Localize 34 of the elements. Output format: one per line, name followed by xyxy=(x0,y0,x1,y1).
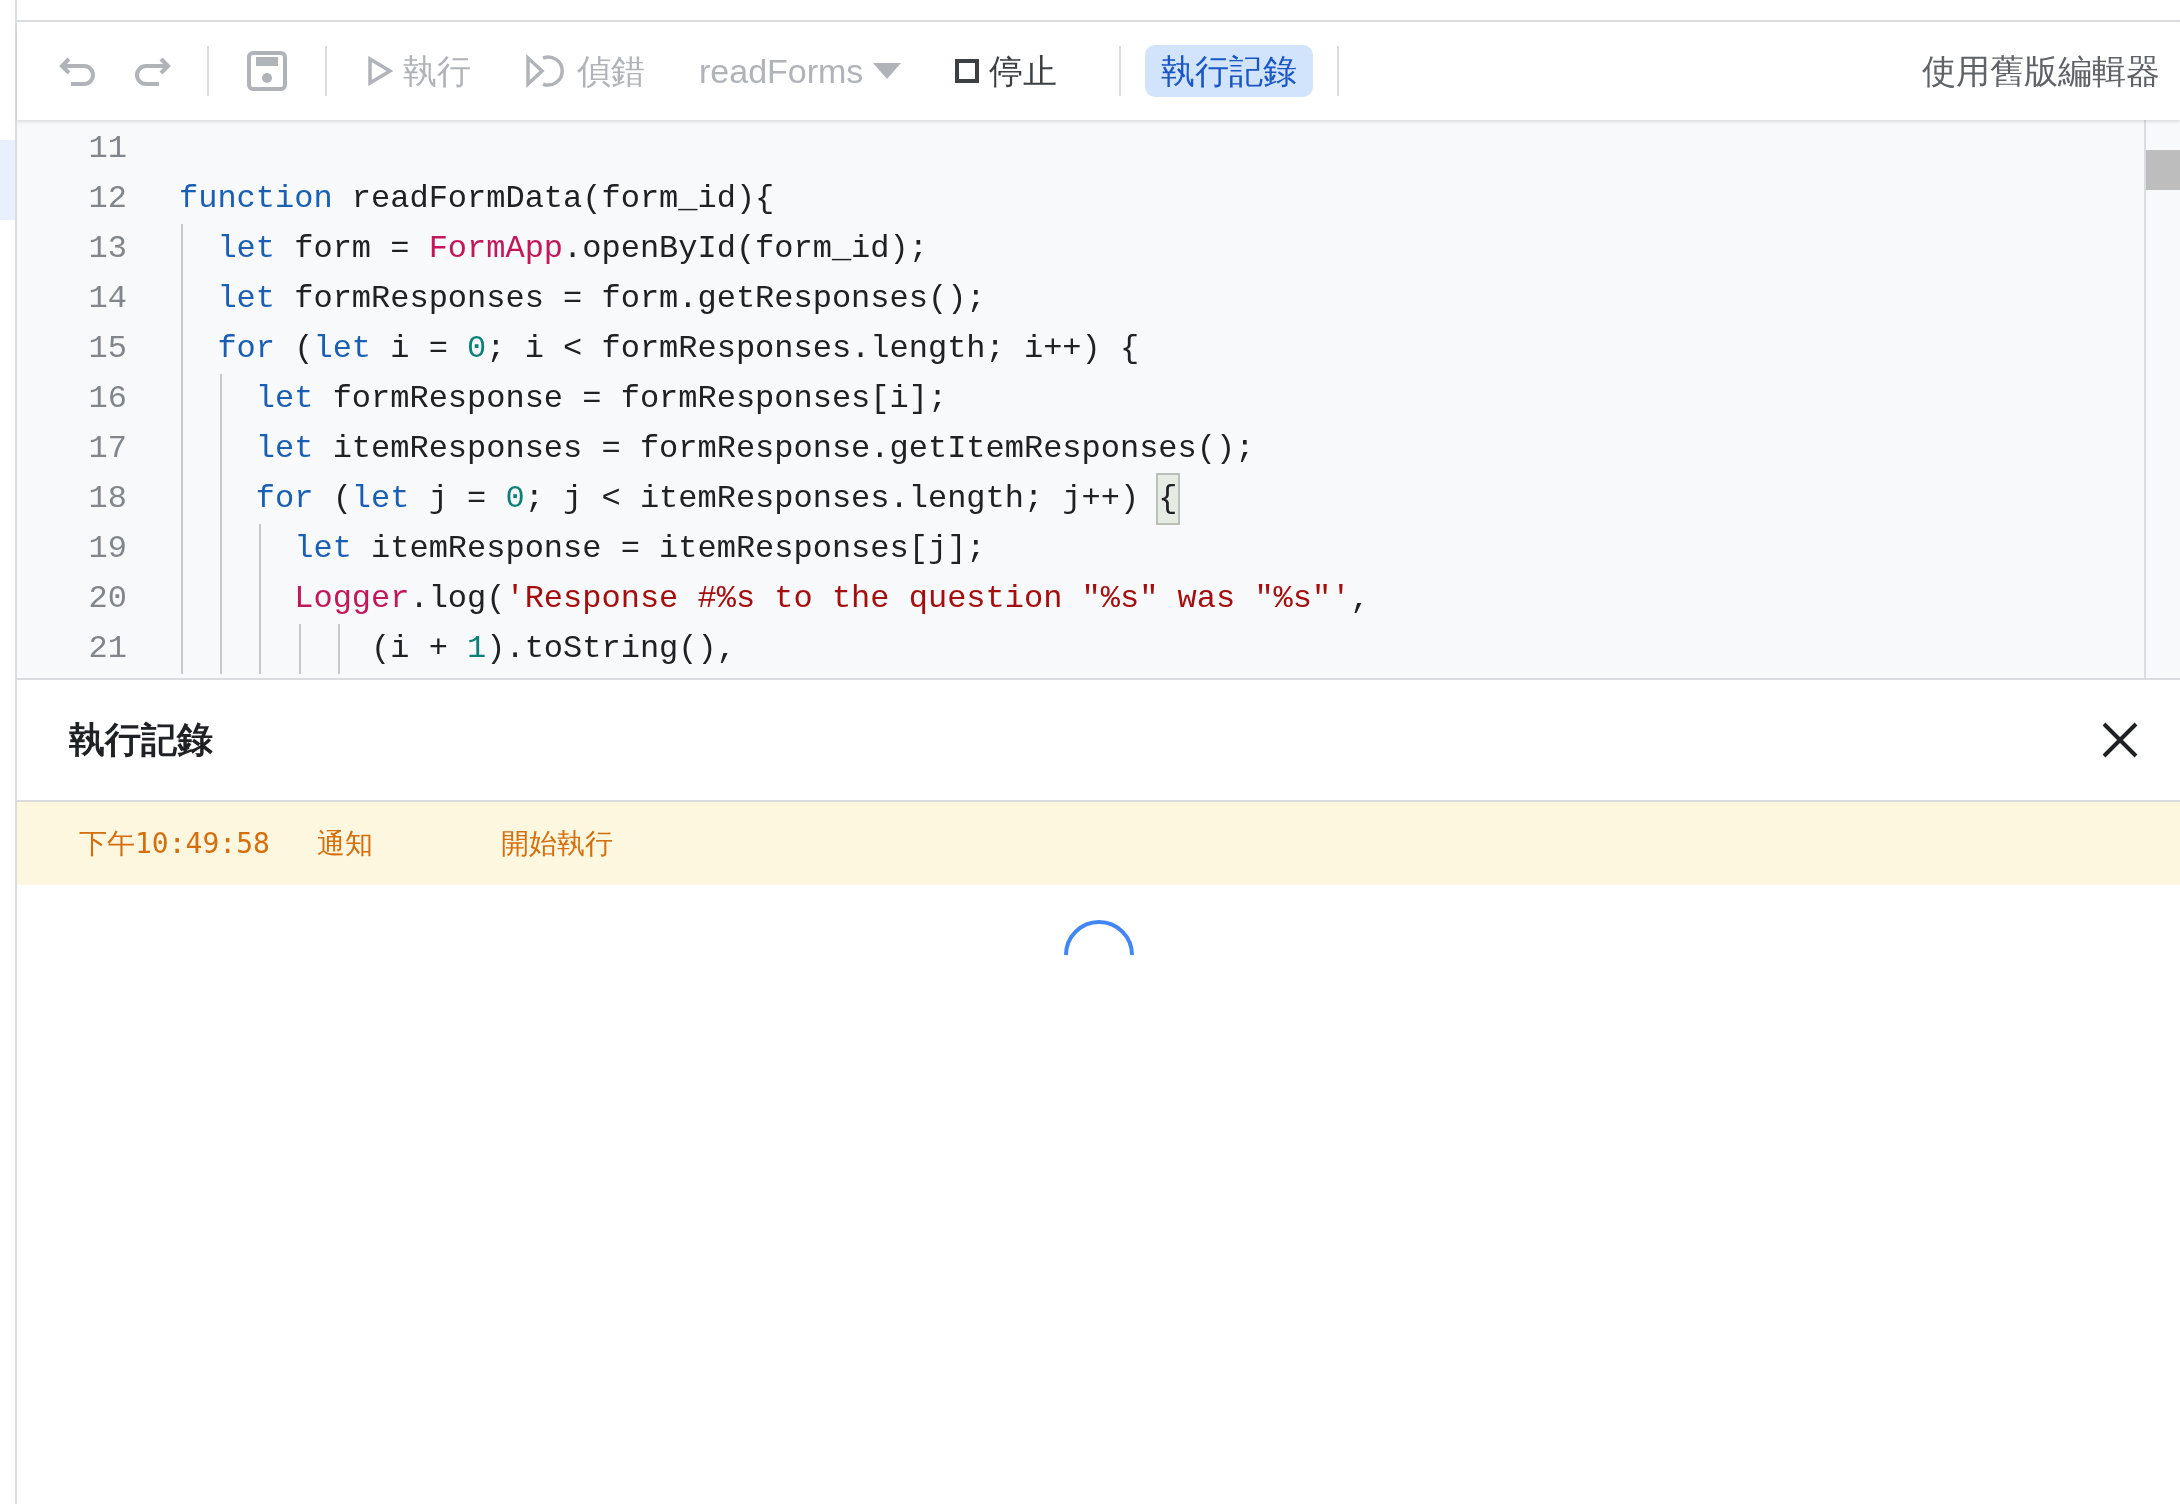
code-line: for (let i = 0; i < formResponses.length; i++) { xyxy=(179,324,1140,374)
run-icon xyxy=(367,56,393,86)
code-line: (i + 1).toString(), xyxy=(179,624,736,674)
code-line: let formResponse = formResponses[i]; xyxy=(179,374,948,424)
line-number: 15 xyxy=(87,329,127,369)
log-time: 下午10:49:58 xyxy=(79,825,271,862)
code-line: let formResponses = form.getResponses(); xyxy=(179,274,986,324)
code-line: Logger.log('Response #%s to the question "%s" was "%s"', xyxy=(179,574,1370,624)
code-line: let form = FormApp.openById(form_id); xyxy=(179,224,928,274)
log-level: 通知 xyxy=(317,826,374,861)
line-number: 17 xyxy=(87,429,127,469)
line-number: 18 xyxy=(87,479,127,519)
line-number: 20 xyxy=(87,579,127,619)
line-number: 21 xyxy=(87,629,127,669)
execution-log-button[interactable]: 執行記錄 xyxy=(1145,44,1314,98)
log-message: 開始執行 xyxy=(501,826,613,861)
code-line: function readFormData(form_id){ xyxy=(179,179,775,219)
line-number: 19 xyxy=(87,529,127,569)
stop-button[interactable]: 停止 xyxy=(939,44,1074,98)
code-line: for (let j = 0; j < itemResponses.length; j++) { xyxy=(179,474,1178,524)
legacy-editor-button[interactable]: 使用舊版編輯器 xyxy=(1922,41,2160,101)
caret-icon xyxy=(873,63,902,79)
line-number: 11 xyxy=(87,129,127,169)
line-number: 14 xyxy=(87,279,127,319)
line-number: 16 xyxy=(87,379,127,419)
line-number: 12 xyxy=(87,179,127,219)
line-number: 13 xyxy=(87,229,127,269)
code-line: let itemResponse = itemResponses[j]; xyxy=(179,524,986,574)
panel-title: 執行記錄 xyxy=(69,718,213,762)
code-line: let itemResponses = formResponse.getItemResponses(); xyxy=(179,424,1255,474)
close-icon[interactable] xyxy=(2100,720,2140,760)
scrollbar-thumb[interactable] xyxy=(2146,150,2180,190)
stop-icon xyxy=(955,59,980,83)
debug-icon xyxy=(525,52,567,90)
